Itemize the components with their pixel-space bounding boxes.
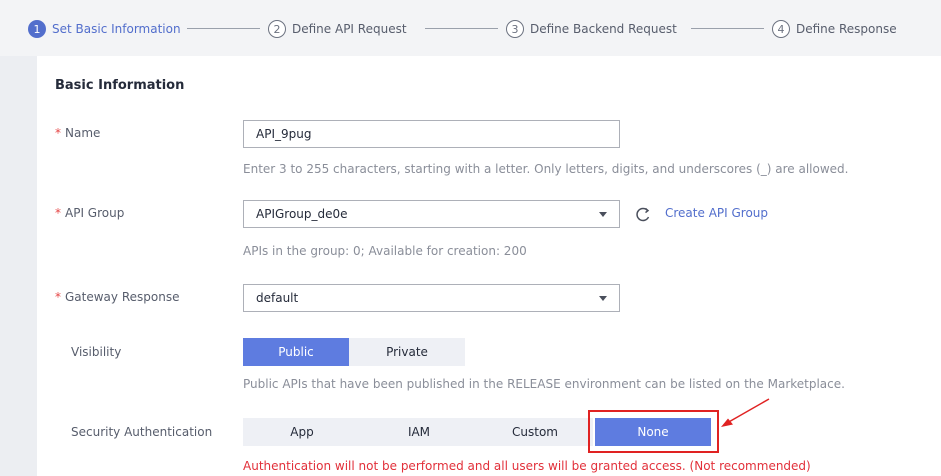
chevron-down-icon [599,212,607,217]
step-connector [187,28,260,29]
annotation-highlight-box [588,410,719,453]
visibility-hint: Public APIs that have been published in … [243,377,845,391]
auth-custom-option[interactable]: Custom [477,418,593,446]
wizard-stepper: 1 Set Basic Information 2 Define API Req… [0,0,941,56]
name-label: * Name [55,126,101,140]
api-group-select[interactable]: APIGroup_de0e [243,200,620,228]
visibility-public-option[interactable]: Public [243,338,349,366]
step-define-backend-request[interactable]: 3 Define Backend Request [506,19,677,39]
api-group-select-value: APIGroup_de0e [256,207,348,221]
step-number: 4 [772,20,790,38]
step-number: 3 [506,20,524,38]
auth-iam-option[interactable]: IAM [361,418,477,446]
api-group-hint: APIs in the group: 0; Available for crea… [243,244,527,258]
step-label: Define Response [796,22,897,36]
step-connector [691,28,764,29]
security-authentication-label: Security Authentication [71,425,213,439]
gateway-response-label: * Gateway Response [55,290,180,304]
name-input-value: API_9pug [256,127,312,141]
name-input[interactable]: API_9pug [243,120,620,148]
step-number: 2 [268,20,286,38]
refresh-icon[interactable] [635,206,651,222]
step-label: Define API Request [292,22,407,36]
step-connector [425,28,498,29]
basic-information-card: Basic Information * Name API_9pug Enter 3… [37,56,941,476]
visibility-label: Visibility [71,345,122,359]
visibility-private-option[interactable]: Private [349,338,465,366]
required-marker: * [55,290,61,304]
step-define-api-request[interactable]: 2 Define API Request [268,19,407,39]
step-define-response[interactable]: 4 Define Response [772,19,897,39]
step-label: Set Basic Information [52,22,181,36]
step-label: Define Backend Request [530,22,677,36]
chevron-down-icon [599,296,607,301]
annotation-arrow-icon [721,398,770,427]
step-number: 1 [28,20,46,38]
auth-app-option[interactable]: App [243,418,361,446]
api-group-label: * API Group [55,206,125,220]
security-authentication-warning: Authentication will not be performed and… [243,459,811,473]
gateway-response-select[interactable]: default [243,284,620,312]
gateway-response-select-value: default [256,291,299,305]
required-marker: * [55,206,61,220]
name-hint: Enter 3 to 255 characters, starting with… [243,162,849,176]
section-title: Basic Information [55,78,185,93]
create-api-group-link[interactable]: Create API Group [665,206,768,220]
step-set-basic-information[interactable]: 1 Set Basic Information [28,19,181,39]
required-marker: * [55,126,61,140]
